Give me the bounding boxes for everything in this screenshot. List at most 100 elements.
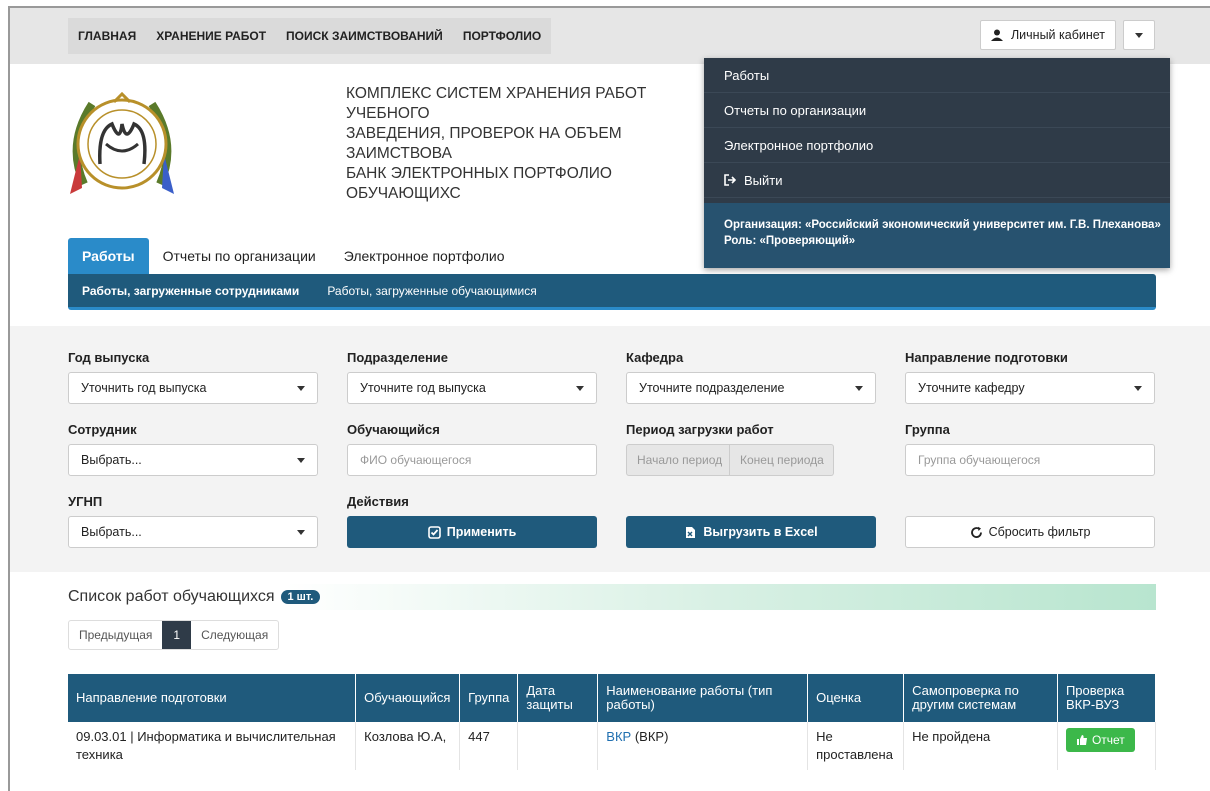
university-logo [70, 91, 174, 194]
filter-group: Группа Группа обучающегося [905, 422, 1155, 476]
cell-selfcheck: Не пройдена [903, 722, 1058, 770]
chevron-down-icon [1134, 386, 1142, 391]
col-direction[interactable]: Направление подготовки [68, 674, 357, 722]
cell-direction: 09.03.01 | Информатика и вычислительная … [68, 722, 357, 770]
role-text: Роль: «Проверяющий» [724, 235, 856, 247]
filter-period: Период загрузки работ Начало период Коне… [626, 422, 876, 476]
filter-year: Год выпуска Уточнить год выпуска [68, 350, 318, 404]
direction-select[interactable]: Уточните кафедру [905, 372, 1155, 404]
period-label: Период загрузки работ [626, 422, 774, 437]
chevron-down-icon [576, 386, 584, 391]
apply-label: Применить [446, 525, 517, 539]
filter-direction: Направление подготовки Уточните кафедру [905, 350, 1155, 404]
prev-page-button[interactable]: Предыдущая [69, 621, 162, 649]
col-selfcheck[interactable]: Самопроверка по другим системам [903, 674, 1058, 722]
account-dropdown-menu: Работы Отчеты по организации Электронное… [704, 58, 1170, 268]
period-end-input[interactable]: Конец периода [730, 444, 834, 476]
subtab-staff-works[interactable]: Работы, загруженные сотрудниками [82, 284, 299, 298]
next-page-button[interactable]: Следующая [191, 621, 278, 649]
tab-works[interactable]: Работы [68, 238, 149, 274]
logout-label: Выйти [744, 172, 783, 188]
col-grade[interactable]: Оценка [807, 674, 905, 722]
nav-storage[interactable]: ХРАНЕНИЕ РАБОТ [146, 18, 276, 54]
report-button[interactable]: Отчет [1065, 728, 1135, 752]
personal-cabinet-button[interactable]: Личный кабинет [980, 20, 1116, 50]
pagination: Предыдущая 1 Следующая [68, 620, 280, 650]
export-label: Выгрузить в Excel [703, 525, 818, 539]
col-student[interactable]: Обучающийся [355, 674, 461, 722]
chevron-down-icon [297, 530, 305, 535]
actions-label: Действия [347, 494, 409, 509]
col-group[interactable]: Группа [459, 674, 519, 722]
dept-select[interactable]: Уточните подразделение [626, 372, 876, 404]
page-1-button[interactable]: 1 [162, 621, 192, 649]
nav-portfolio[interactable]: ПОРТФОЛИО [453, 18, 551, 54]
account-dropdown-toggle[interactable] [1123, 20, 1155, 50]
year-value: Уточнить год выпуска [81, 381, 207, 395]
menu-item-org-reports[interactable]: Отчеты по организации [704, 93, 1170, 128]
direction-label: Направление подготовки [905, 350, 1068, 365]
division-select[interactable]: Уточните год выпуска [347, 372, 597, 404]
dept-value: Уточните подразделение [639, 381, 785, 395]
list-title: Список работ обучающихся [68, 588, 275, 605]
cell-work: ВКР (ВКР) [597, 722, 809, 770]
col-vkr-check[interactable]: Проверка ВКР-ВУЗ [1057, 674, 1157, 722]
dept-label: Кафедра [626, 350, 684, 365]
menu-item-logout[interactable]: Выйти [704, 163, 1170, 198]
menu-item-works[interactable]: Работы [704, 58, 1170, 93]
user-icon [990, 29, 1003, 41]
cell-group: 447 [459, 722, 519, 770]
excel-icon [686, 526, 696, 538]
filter-actions: Действия Применить [347, 494, 597, 548]
chevron-down-icon [297, 386, 305, 391]
division-value: Уточните год выпуска [360, 381, 486, 395]
filter-employee: Сотрудник Выбрать... [68, 422, 318, 476]
nav-plagiarism-search[interactable]: ПОИСК ЗАИМСТВОВАНИЙ [276, 18, 453, 54]
filters-panel: Год выпуска Уточнить год выпуска Подразд… [10, 326, 1210, 572]
system-title: КОМПЛЕКС СИСТЕМ ХРАНЕНИЯ РАБОТ УЧЕБНОГО … [346, 85, 647, 202]
subtabs: Работы, загруженные сотрудниками Работы,… [68, 274, 1156, 310]
chevron-down-icon [297, 458, 305, 463]
col-defense-date[interactable]: Дата защиты [517, 674, 599, 722]
direction-value: Уточните кафедру [918, 381, 1025, 395]
ugnp-label: УГНП [68, 494, 103, 509]
thumbs-up-icon [1076, 735, 1087, 745]
tab-eportfolio[interactable]: Электронное портфолио [330, 238, 519, 274]
cell-date [517, 722, 599, 770]
student-input[interactable]: ФИО обучающегося [347, 444, 597, 476]
work-type: (ВКР) [634, 729, 669, 744]
logout-icon [724, 174, 736, 186]
col-work-name[interactable]: Наименование работы (тип работы) [597, 674, 809, 722]
reset-label: Сбросить фильтр [988, 525, 1091, 539]
filter-dept: Кафедра Уточните подразделение [626, 350, 876, 404]
top-navbar: ГЛАВНАЯ ХРАНЕНИЕ РАБОТ ПОИСК ЗАИМСТВОВАН… [10, 8, 1210, 64]
menu-item-eportfolio[interactable]: Электронное портфолио [704, 128, 1170, 163]
period-start-input[interactable]: Начало период [626, 444, 730, 476]
report-label: Отчет [1091, 733, 1125, 747]
cell-student: Козлова Ю.А, [355, 722, 461, 770]
cell-report: Отчет [1057, 722, 1157, 770]
user-info: Организация: «Российский экономический у… [704, 203, 1170, 268]
tab-org-reports[interactable]: Отчеты по организации [149, 238, 330, 274]
check-square-icon [427, 525, 441, 539]
filter-division: Подразделение Уточните год выпуска [347, 350, 597, 404]
apply-button[interactable]: Применить [347, 516, 597, 548]
caret-down-icon [1135, 32, 1143, 38]
organization-text: Организация: «Российский экономический у… [724, 219, 1161, 231]
group-input[interactable]: Группа обучающегося [905, 444, 1155, 476]
work-link[interactable]: ВКР [606, 729, 631, 744]
nav-home[interactable]: ГЛАВНАЯ [68, 18, 146, 54]
export-excel-button[interactable]: Выгрузить в Excel [626, 516, 876, 548]
subtab-student-works[interactable]: Работы, загруженные обучающимися [327, 284, 536, 298]
reset-filter-button[interactable]: Сбросить фильтр [905, 516, 1155, 548]
page: ГЛАВНАЯ ХРАНЕНИЕ РАБОТ ПОИСК ЗАИМСТВОВАН… [8, 6, 1210, 791]
ugnp-select[interactable]: Выбрать... [68, 516, 318, 548]
filter-ugnp: УГНП Выбрать... [68, 494, 318, 548]
year-label: Год выпуска [68, 350, 150, 365]
employee-value: Выбрать... [81, 453, 142, 467]
year-select[interactable]: Уточнить год выпуска [68, 372, 318, 404]
filter-student: Обучающийся ФИО обучающегося [347, 422, 597, 476]
employee-label: Сотрудник [68, 422, 137, 437]
employee-select[interactable]: Выбрать... [68, 444, 318, 476]
student-label: Обучающийся [347, 422, 440, 437]
